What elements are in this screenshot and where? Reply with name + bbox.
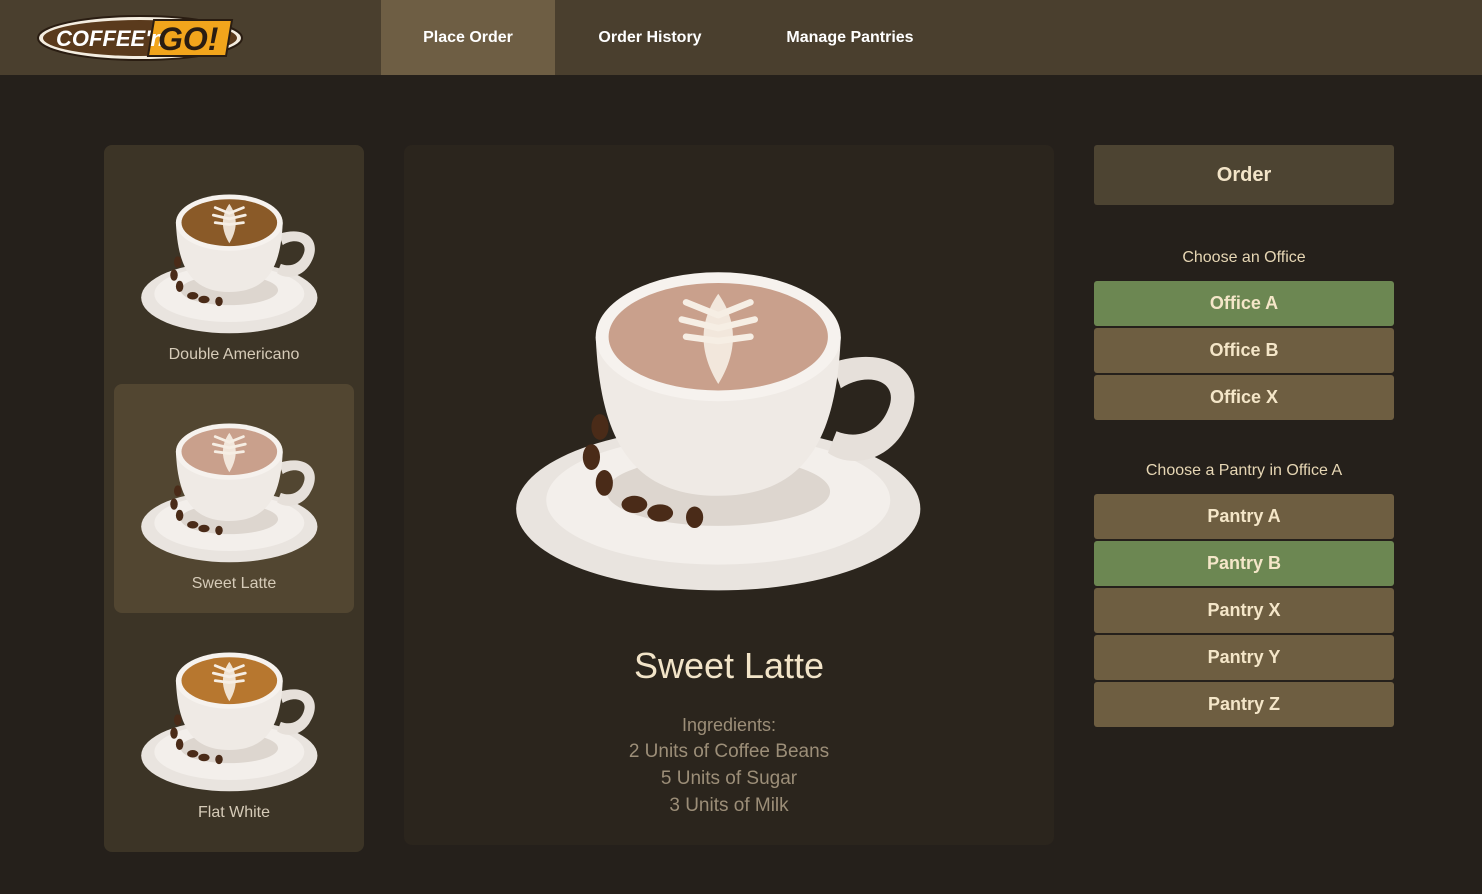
office-a-button[interactable]: Office A [1094, 281, 1394, 326]
tab-manage-pantries[interactable]: Manage Pantries [763, 0, 937, 75]
coffee-n-go-logo[interactable]: COFFEE'n GO! [36, 12, 246, 62]
product-title: Sweet Latte [633, 645, 825, 686]
double-americano-image [141, 194, 318, 334]
product-name: Double Americano [168, 346, 300, 363]
pantry-x-button[interactable]: Pantry X [1094, 588, 1394, 633]
pantry-b-button[interactable]: Pantry B [1094, 541, 1394, 586]
sweet-latte-large-image [516, 272, 921, 591]
ingredient-line: 2 Units of Coffee Beans [628, 741, 830, 762]
office-section-label: Choose an Office [1182, 249, 1306, 266]
office-b-button[interactable]: Office B [1094, 328, 1394, 373]
flat-white-image [141, 652, 318, 792]
ingredients-label: Ingredients: [681, 715, 777, 735]
ingredient-line: 3 Units of Milk [669, 795, 789, 816]
product-card-double-americano[interactable]: Double Americano [114, 155, 354, 384]
product-card-flat-white[interactable]: Flat White [114, 613, 354, 842]
svg-text:GO!: GO! [158, 21, 219, 57]
top-navigation-bar: COFFEE'n GO! Place Order Order History M… [0, 0, 1482, 75]
pantry-y-button[interactable]: Pantry Y [1094, 635, 1394, 680]
product-name: Flat White [197, 804, 270, 821]
ingredient-line: 5 Units of Sugar [660, 768, 798, 789]
office-x-button[interactable]: Office X [1094, 375, 1394, 420]
tab-place-order[interactable]: Place Order [381, 0, 555, 75]
product-detail-panel: Sweet Latte Ingredients: 2 Units of Coff… [404, 145, 1054, 845]
pantry-z-button[interactable]: Pantry Z [1094, 682, 1394, 727]
pantry-section-label: Choose a Pantry in Office A [1145, 462, 1343, 479]
sweet-latte-image [141, 423, 318, 563]
pantry-a-button[interactable]: Pantry A [1094, 494, 1394, 539]
product-list: Double Americano Sweet Latte Flat White [104, 145, 364, 852]
order-button[interactable]: Order [1094, 145, 1394, 205]
tab-order-history[interactable]: Order History [575, 0, 725, 75]
product-card-sweet-latte[interactable]: Sweet Latte [114, 384, 354, 613]
product-name: Sweet Latte [191, 575, 277, 592]
svg-text:COFFEE'n: COFFEE'n [56, 26, 164, 51]
